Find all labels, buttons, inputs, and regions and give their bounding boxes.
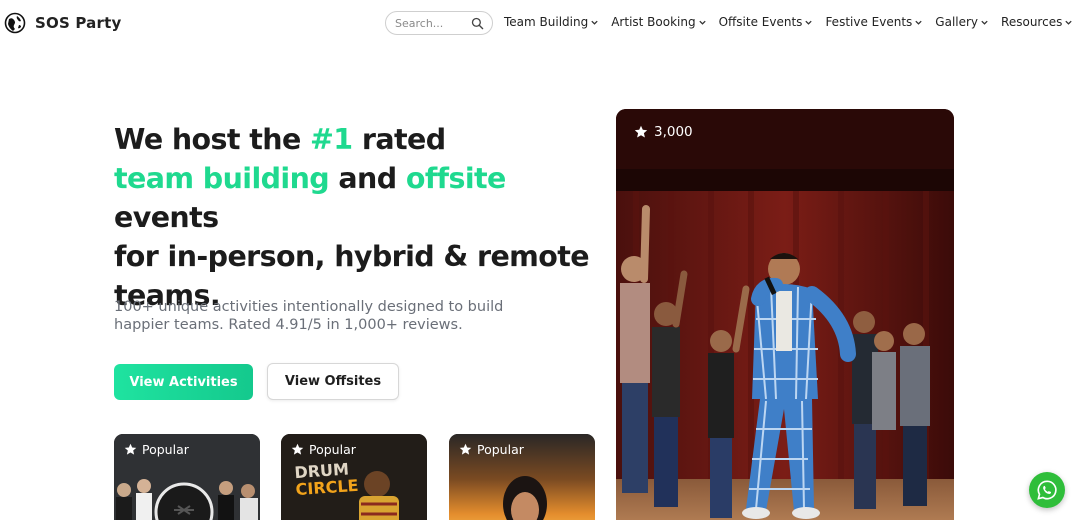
activity-card[interactable]: Popular [114, 434, 260, 520]
activity-card[interactable]: Popular [449, 434, 595, 520]
popular-badge-label: Popular [142, 442, 189, 457]
brand-logo[interactable]: SOS Party [4, 12, 121, 34]
nav-item-label: Artist Booking [611, 15, 696, 29]
site-header: SOS Party Team Building Artist Booking O… [0, 0, 1080, 46]
popular-badge: Popular [459, 442, 524, 457]
nav-item-festive-events[interactable]: Festive Events [825, 15, 923, 29]
hero-title-accent-offsite: offsite [405, 162, 506, 195]
view-offsites-button[interactable]: View Offsites [267, 363, 399, 400]
activity-card[interactable]: Popular DRUM CIRCLE [281, 434, 427, 520]
whatsapp-icon [1037, 480, 1057, 500]
drum-circle-line: CIRCLE [295, 475, 360, 500]
popular-badge-label: Popular [477, 442, 524, 457]
star-icon [634, 125, 648, 138]
hero-title-accent-rank: #1 [310, 123, 353, 156]
nav-item-label: Gallery [935, 15, 979, 29]
hero-photo[interactable]: 3,000 [616, 109, 954, 520]
hero-heading: We host the #1 rated team building and o… [114, 120, 594, 315]
search-input[interactable] [395, 16, 465, 30]
stage-performance-image [616, 109, 954, 520]
chevron-down-icon [698, 20, 706, 25]
photo-count-badge: 3,000 [634, 124, 693, 140]
nav-item-team-building[interactable]: Team Building [504, 15, 599, 29]
drum-circle-title: DRUM CIRCLE [294, 459, 360, 500]
nav-item-label: Festive Events [825, 15, 913, 29]
nav-item-artist-booking[interactable]: Artist Booking [611, 15, 706, 29]
hero-title-text: and [329, 162, 406, 195]
nav-item-label: Offsite Events [718, 15, 803, 29]
hero-title-text: for in-person, hybrid & remote [114, 240, 590, 273]
star-icon [459, 443, 472, 455]
search-icon[interactable] [471, 17, 484, 30]
whatsapp-chat-button[interactable] [1029, 472, 1065, 508]
popular-badge: Popular [291, 442, 356, 457]
chevron-down-icon [915, 20, 922, 25]
search-box[interactable] [385, 11, 493, 35]
main-nav: Team Building Artist Booking Offsite Eve… [504, 15, 1073, 29]
photo-count-value: 3,000 [654, 124, 693, 140]
star-icon [124, 443, 137, 455]
nav-item-gallery[interactable]: Gallery [935, 15, 989, 29]
hero-title-accent-team-building: team building [114, 162, 330, 195]
chevron-down-icon [1065, 20, 1072, 25]
hero-subtitle: 100+ unique activities intentionally des… [114, 299, 504, 333]
hero-title-text: events [114, 201, 219, 234]
nav-item-label: Resources [1001, 15, 1063, 29]
chevron-down-icon [591, 20, 598, 25]
nav-item-offsite-events[interactable]: Offsite Events [719, 15, 814, 29]
nav-item-label: Team Building [504, 15, 589, 29]
hero-title-text: We host the [114, 123, 311, 156]
nav-item-resources[interactable]: Resources [1001, 15, 1073, 29]
hero-title-text: rated [352, 123, 446, 156]
view-activities-button[interactable]: View Activities [114, 364, 253, 400]
chevron-down-icon [805, 20, 813, 25]
chevron-down-icon [981, 20, 988, 25]
popular-badge-label: Popular [309, 442, 356, 457]
brand-name: SOS Party [35, 14, 122, 32]
popular-badge: Popular [124, 442, 189, 457]
globe-logo-icon [4, 12, 26, 34]
star-icon [291, 443, 304, 455]
